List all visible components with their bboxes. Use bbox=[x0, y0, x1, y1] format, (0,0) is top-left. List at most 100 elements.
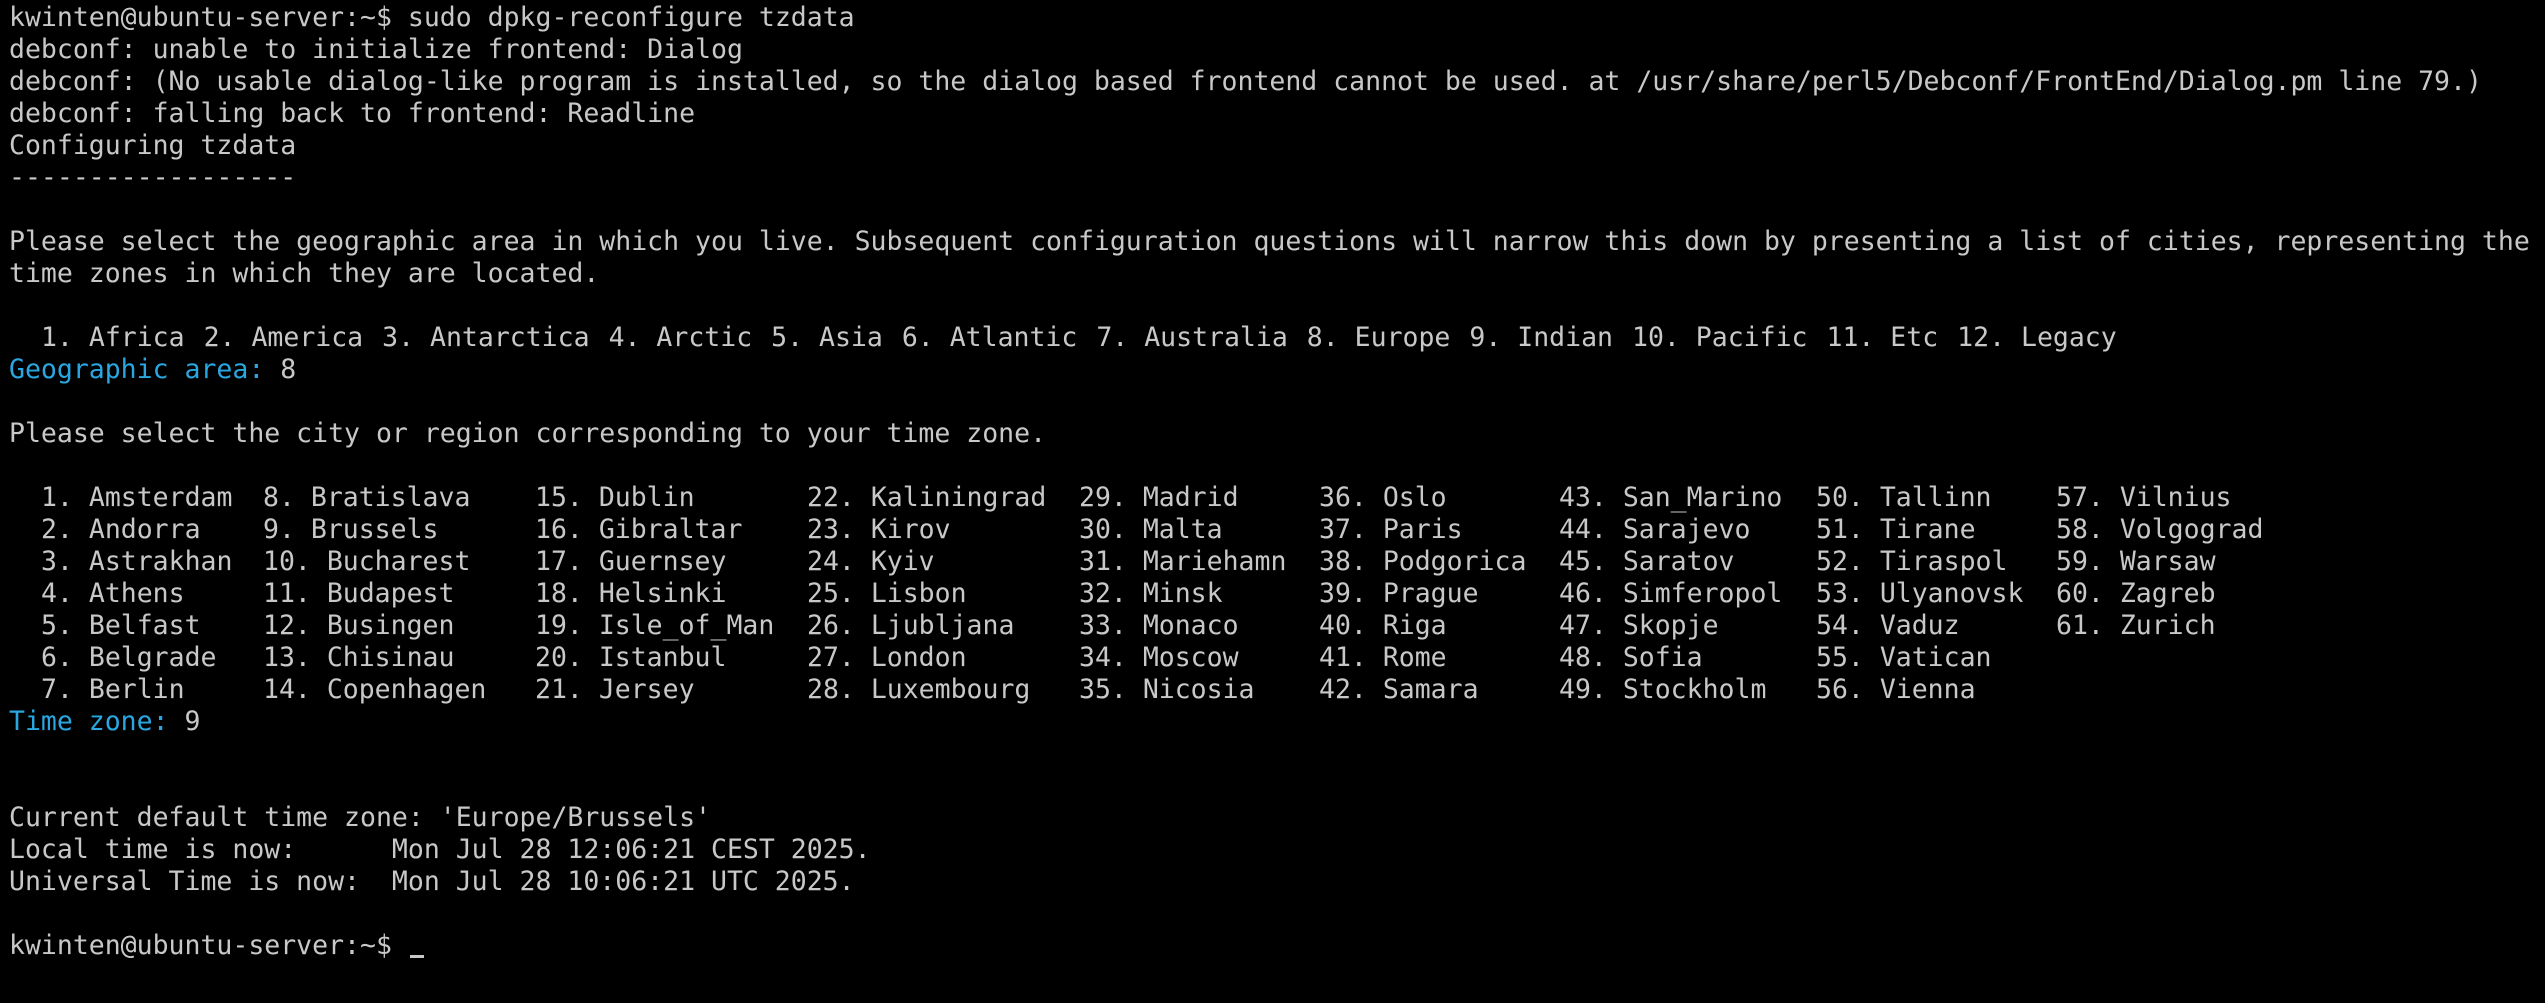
city-column: 22. Kaliningrad 23. Kirov 24. Kyiv 25. L… bbox=[807, 482, 1079, 706]
final-shell-prompt: kwinten@ubuntu-server:~$ bbox=[9, 930, 392, 961]
city-option: 27. London bbox=[807, 642, 967, 673]
shell-prompt: kwinten@ubuntu-server:~$ bbox=[9, 2, 392, 33]
city-option: 50. Tallinn bbox=[1816, 482, 1992, 513]
city-instructions: Please select the city or region corresp… bbox=[9, 418, 1047, 449]
city-option: 61. Zurich bbox=[2056, 610, 2216, 641]
terminal-window[interactable]: kwinten@ubuntu-server:~$ sudo dpkg-recon… bbox=[9, 2, 2545, 1003]
area-option: 10. Pacific bbox=[1631, 322, 1808, 353]
city-option: 20. Istanbul bbox=[535, 642, 727, 673]
city-option: 48. Sofia bbox=[1559, 642, 1703, 673]
city-option: 46. Simferopol bbox=[1559, 578, 1783, 609]
area-option: 2. America bbox=[203, 322, 364, 353]
city-option: 39. Prague bbox=[1319, 578, 1479, 609]
city-option: 18. Helsinki bbox=[535, 578, 727, 609]
text-cursor bbox=[409, 955, 424, 958]
city-option: 49. Stockholm bbox=[1559, 674, 1767, 705]
heading-underline: ------------------ bbox=[9, 162, 297, 193]
city-option: 10. Bucharest bbox=[263, 546, 471, 577]
timezone-prompt-label: Time zone: bbox=[9, 706, 169, 737]
configuring-heading: Configuring tzdata bbox=[9, 130, 297, 161]
city-option: 15. Dublin bbox=[535, 482, 695, 513]
command-text: sudo dpkg-reconfigure tzdata bbox=[407, 2, 855, 33]
city-option: 60. Zagreb bbox=[2056, 578, 2216, 609]
city-option: 40. Riga bbox=[1319, 610, 1447, 641]
city-option: 5. Belfast bbox=[41, 610, 201, 641]
city-option: 16. Gibraltar bbox=[535, 514, 743, 545]
city-option: 3. Astrakhan bbox=[41, 546, 233, 577]
city-option: 26. Ljubljana bbox=[807, 610, 1015, 641]
city-option: 21. Jersey bbox=[535, 674, 695, 705]
city-option: 38. Podgorica bbox=[1319, 546, 1527, 577]
city-option: 17. Guernsey bbox=[535, 546, 727, 577]
timezone-answer: 9 bbox=[184, 706, 201, 737]
city-option: 23. Kirov bbox=[807, 514, 951, 545]
current-timezone: Current default time zone: 'Europe/Bruss… bbox=[9, 802, 711, 833]
area-option: 1. Africa bbox=[41, 322, 185, 353]
city-option: 13. Chisinau bbox=[263, 642, 455, 673]
city-option: 24. Kyiv bbox=[807, 546, 935, 577]
debconf-message: debconf: falling back to frontend: Readl… bbox=[9, 98, 696, 129]
city-option: 36. Oslo bbox=[1319, 482, 1447, 513]
city-option: 9. Brussels bbox=[263, 514, 439, 545]
area-option: 9. Indian bbox=[1469, 322, 1613, 353]
city-option: 57. Vilnius bbox=[2056, 482, 2232, 513]
city-option: 32. Minsk bbox=[1079, 578, 1223, 609]
area-option: 3. Antarctica bbox=[382, 322, 590, 353]
local-time: Local time is now: Mon Jul 28 12:06:21 C… bbox=[9, 834, 871, 865]
city-option: 56. Vienna bbox=[1816, 674, 1976, 705]
city-column: 43. San_Marino 44. Sarajevo 45. Saratov … bbox=[1559, 482, 1816, 706]
city-option: 4. Athens bbox=[41, 578, 185, 609]
city-option: 51. Tirane bbox=[1816, 514, 1976, 545]
city-option: 58. Volgograd bbox=[2056, 514, 2264, 545]
city-column: 50. Tallinn 51. Tirane 52. Tiraspol 53. … bbox=[1816, 482, 2056, 706]
debconf-message: debconf: (No usable dialog-like program … bbox=[9, 66, 2482, 97]
city-option: 52. Tiraspol bbox=[1816, 546, 2008, 577]
city-option: 37. Paris bbox=[1319, 514, 1463, 545]
area-option: 7. Australia bbox=[1096, 322, 1288, 353]
area-option: 8. Europe bbox=[1306, 322, 1451, 353]
city-option: 6. Belgrade bbox=[41, 642, 217, 673]
city-column: 36. Oslo 37. Paris 38. Podgorica 39. Pra… bbox=[1319, 482, 1559, 706]
city-option: 44. Sarajevo bbox=[1559, 514, 1751, 545]
area-instructions: Please select the geographic area in whi… bbox=[9, 226, 2530, 257]
city-option: 8. Bratislava bbox=[263, 482, 471, 513]
command-line: kwinten@ubuntu-server:~$ sudo dpkg-recon… bbox=[9, 2, 2545, 34]
area-option: 6. Atlantic bbox=[901, 322, 1078, 353]
city-option: 47. Skopje bbox=[1559, 610, 1719, 641]
final-command-line[interactable]: kwinten@ubuntu-server:~$ bbox=[9, 930, 2545, 962]
city-column: 15. Dublin 16. Gibraltar 17. Guernsey 18… bbox=[535, 482, 807, 706]
city-option: 22. Kaliningrad bbox=[807, 482, 1047, 513]
city-column: 8. Bratislava 9. Brussels 10. Bucharest … bbox=[263, 482, 535, 706]
area-option: 12. Legacy bbox=[1957, 322, 2117, 353]
city-option: 12. Busingen bbox=[263, 610, 455, 641]
universal-time: Universal Time is now: Mon Jul 28 10:06:… bbox=[9, 866, 855, 897]
area-answer: 8 bbox=[280, 354, 297, 385]
area-option: 11. Etc bbox=[1826, 322, 1939, 353]
city-option: 14. Copenhagen bbox=[263, 674, 487, 705]
city-option: 25. Lisbon bbox=[807, 578, 967, 609]
city-options-grid: 1. Amsterdam 2. Andorra 3. Astrakhan 4. … bbox=[9, 482, 2545, 706]
city-column: 57. Vilnius 58. Volgograd 59. Warsaw 60.… bbox=[2056, 482, 2296, 706]
city-option: 28. Luxembourg bbox=[807, 674, 1031, 705]
city-option: 1. Amsterdam bbox=[41, 482, 233, 513]
city-option: 55. Vatican bbox=[1816, 642, 1992, 673]
area-options: 1. Africa 2. America 3. Antarctica 4. Arcti… bbox=[9, 322, 2545, 354]
city-option: 30. Malta bbox=[1079, 514, 1223, 545]
city-option: 34. Moscow bbox=[1079, 642, 1239, 673]
timezone-prompt: Time zone: 9 bbox=[9, 706, 2545, 738]
city-option: 29. Madrid bbox=[1079, 482, 1239, 513]
city-option: 7. Berlin bbox=[41, 674, 185, 705]
city-option: 53. Ulyanovsk bbox=[1816, 578, 2024, 609]
city-option: 33. Monaco bbox=[1079, 610, 1239, 641]
city-option: 41. Rome bbox=[1319, 642, 1447, 673]
city-option: 54. Vaduz bbox=[1816, 610, 1960, 641]
city-option: 45. Saratov bbox=[1559, 546, 1735, 577]
area-option: 5. Asia bbox=[771, 322, 883, 353]
city-option: 11. Budapest bbox=[263, 578, 455, 609]
